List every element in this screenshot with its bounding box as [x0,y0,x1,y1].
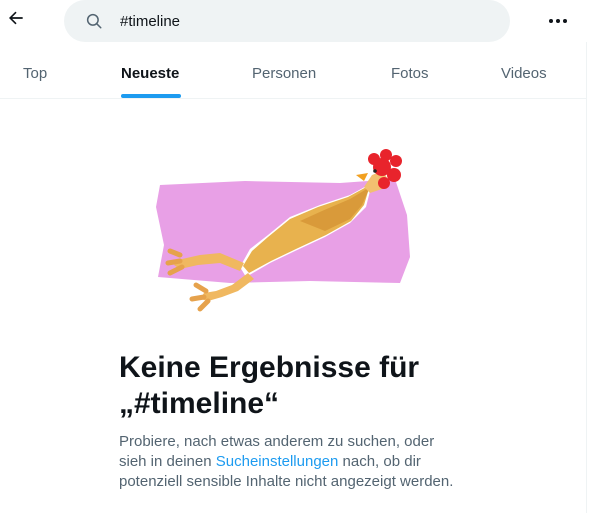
tab-latest[interactable]: Neueste [100,48,202,98]
search-input[interactable] [120,12,450,30]
active-tab-indicator [121,94,181,98]
tab-people[interactable]: Personen [230,48,340,98]
rubber-chicken-illustration [150,145,425,320]
tab-label: Top [23,65,48,82]
search-settings-link[interactable]: Sucheinstellungen [216,453,339,470]
tab-label: Personen [252,65,317,82]
tab-label: Videos [501,65,547,82]
arrow-left-icon [6,8,26,33]
tab-top[interactable]: Top [0,48,75,98]
search-tabs: Top Neueste Personen Fotos Videos [0,48,586,99]
tab-label: Neueste [121,65,180,82]
empty-state-title: Keine Ergebnisse für „#timeline“ [119,351,420,420]
tab-videos[interactable]: Videos [480,48,570,98]
search-box[interactable] [64,0,510,42]
empty-state-description: Probiere, nach etwas anderem zu suchen, … [119,432,459,492]
back-button[interactable] [2,6,30,34]
column-divider [586,42,587,513]
tab-photos[interactable]: Fotos [370,48,450,98]
tab-label: Fotos [391,65,429,82]
more-horizontal-icon [548,11,568,29]
search-icon [84,11,104,31]
top-bar [0,0,597,42]
more-button[interactable] [544,8,572,32]
